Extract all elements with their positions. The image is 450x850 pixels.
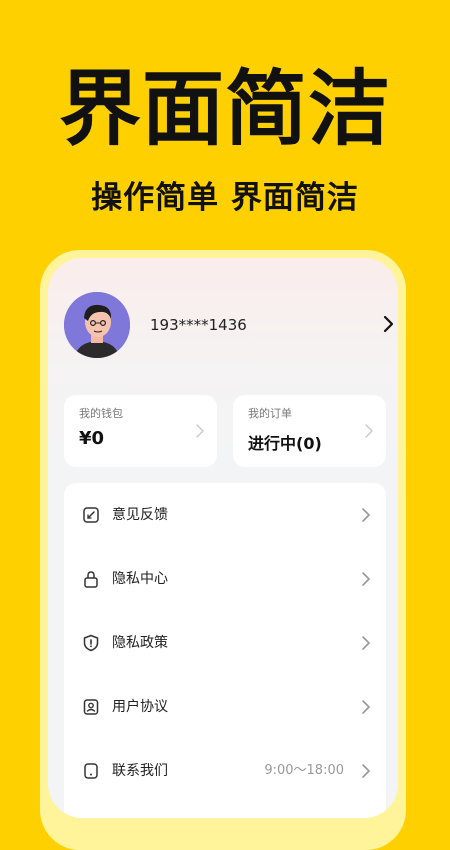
menu-item-label: 联系我们	[112, 763, 168, 779]
orders-status: 进行中(0)	[248, 434, 322, 453]
wallet-card[interactable]: 我的钱包 ¥0	[64, 395, 217, 467]
orders-label: 我的订单	[248, 407, 292, 420]
menu-item-contact-us[interactable]: 联系我们 9:00～18:00	[64, 749, 386, 793]
chevron-right-icon	[362, 764, 370, 778]
menu-item-label: 用户协议	[112, 699, 168, 715]
menu-item-label: 隐私政策	[112, 635, 168, 651]
promo-title: 界面简洁	[58, 62, 391, 157]
menu-item-user-agreement[interactable]: 用户协议	[64, 685, 386, 729]
profile-screen: 193****1436 我的钱包 ¥0 我的订单 进行中(0) 意见反馈 隐私中…	[48, 258, 398, 818]
profile-header[interactable]: 193****1436	[64, 292, 394, 358]
phone-icon	[84, 763, 98, 779]
service-hours: 9:00～18:00	[264, 763, 344, 778]
menu-item-privacy-center[interactable]: 隐私中心	[64, 557, 386, 601]
menu-item-privacy-policy[interactable]: 隐私政策	[64, 621, 386, 665]
menu-item-label: 隐私中心	[112, 571, 168, 587]
user-agreement-icon	[83, 699, 99, 715]
user-phone-number: 193****1436	[150, 316, 247, 334]
chevron-right-icon[interactable]	[382, 313, 396, 335]
settings-menu: 意见反馈 隐私中心 隐私政策 用户协议 联系我们 9:00～18:00	[64, 483, 386, 818]
menu-item-feedback[interactable]: 意见反馈	[64, 493, 386, 537]
orders-card[interactable]: 我的订单 进行中(0)	[233, 395, 386, 467]
chevron-right-icon	[362, 572, 370, 586]
promo-subtitle: 操作简单 界面简洁	[91, 180, 359, 216]
chevron-right-icon	[362, 700, 370, 714]
wallet-balance: ¥0	[79, 428, 105, 449]
chevron-right-icon	[362, 636, 370, 650]
feedback-icon	[83, 507, 99, 523]
avatar[interactable]	[64, 292, 130, 358]
chevron-right-icon	[362, 508, 370, 522]
avatar-illustration	[64, 292, 130, 358]
chevron-right-icon	[196, 424, 204, 438]
chevron-right-icon	[365, 424, 373, 438]
lock-icon	[84, 571, 98, 588]
menu-item-label: 意见反馈	[112, 507, 168, 523]
shield-icon	[83, 634, 99, 652]
wallet-label: 我的钱包	[79, 407, 123, 420]
